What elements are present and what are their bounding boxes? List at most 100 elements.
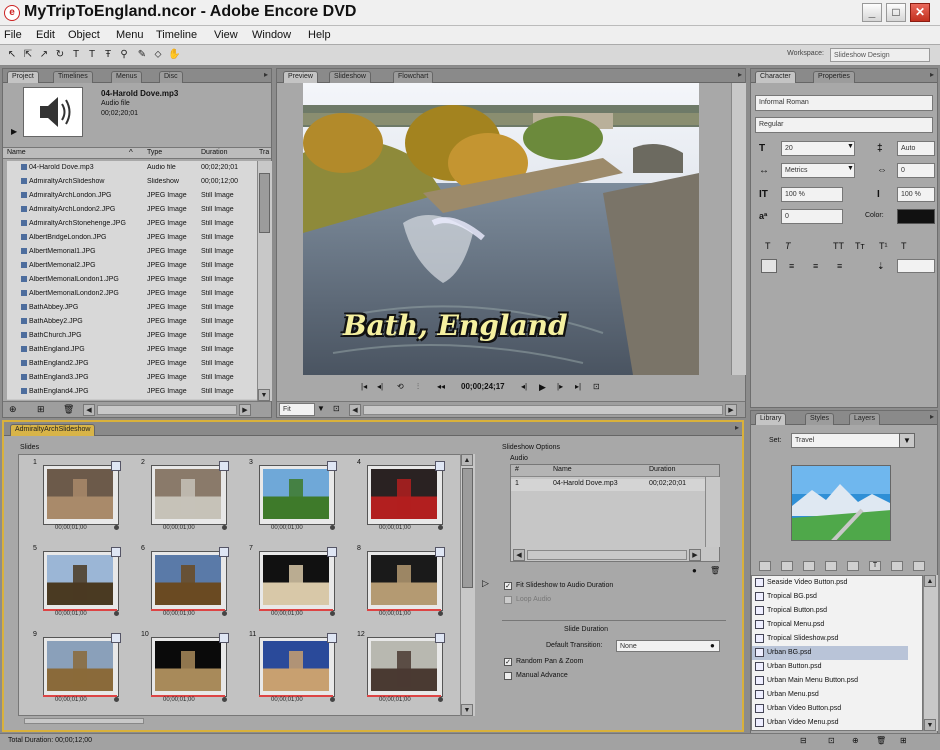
library-item[interactable]: Urban Main Menu Button.psd: [752, 674, 908, 688]
timecode-display[interactable]: 00;00;24;17: [461, 382, 505, 391]
fit-audio-checkbox[interactable]: ✓: [504, 582, 512, 590]
goto-start-icon[interactable]: |◂: [361, 382, 367, 391]
lib-filter-1-icon[interactable]: [759, 561, 771, 571]
slide-transition-icon[interactable]: [219, 461, 229, 471]
trash-icon[interactable]: 🗑: [63, 404, 74, 415]
slides-scrollbar[interactable]: ▲ ▼: [460, 454, 475, 716]
tab-disc[interactable]: Disc: [159, 71, 183, 83]
project-row[interactable]: BathAbbey.JPG JPEG Image Still Image: [7, 301, 259, 316]
menu-help[interactable]: Help: [308, 29, 331, 41]
slide-thumbnail[interactable]: 5 00;00;01;00: [33, 545, 121, 621]
horizontal-scale-field[interactable]: 100 %: [897, 187, 935, 202]
library-item[interactable]: Urban Button.psd: [752, 660, 908, 674]
set-dropdown-icon[interactable]: ▼: [899, 433, 915, 448]
library-item[interactable]: Tropical Slideshow.psd: [752, 632, 908, 646]
slide-transition-icon[interactable]: [219, 633, 229, 643]
project-row[interactable]: AdmiraltyArchLondon2.JPG JPEG Image Still …: [7, 203, 259, 218]
slide-marker-icon[interactable]: [114, 525, 119, 530]
loop-icon[interactable]: ⟲: [397, 382, 404, 391]
kerning-dropdown-icon[interactable]: ▼: [847, 165, 854, 172]
library-item[interactable]: Urban Video Button.psd: [752, 702, 908, 716]
underline-icon[interactable]: T: [901, 241, 907, 251]
panel-menu-icon[interactable]: ▸: [930, 412, 934, 421]
anti-alias-field[interactable]: [897, 259, 935, 273]
workspace-select[interactable]: Slideshow Design: [830, 48, 930, 62]
col-duration[interactable]: Duration: [201, 149, 227, 156]
lib-filter-5-icon[interactable]: [847, 561, 859, 571]
library-item[interactable]: Tropical BG.psd: [752, 590, 908, 604]
safe-area-icon[interactable]: ⊡: [333, 404, 340, 413]
project-row[interactable]: BathEngland.JPG JPEG Image Still Image: [7, 343, 259, 358]
scroll-thumb[interactable]: [259, 173, 270, 233]
scroll-down-icon[interactable]: ▼: [258, 389, 270, 401]
slide-transition-icon[interactable]: [435, 461, 445, 471]
align-left-icon[interactable]: [761, 259, 777, 273]
slide-marker-icon[interactable]: [114, 611, 119, 616]
small-caps-icon[interactable]: Tт: [855, 241, 865, 251]
menu-object[interactable]: Object: [68, 29, 100, 41]
lib-filter-8-icon[interactable]: [913, 561, 925, 571]
library-item[interactable]: Tropical Button.psd: [752, 604, 908, 618]
menu-menu[interactable]: Menu: [116, 29, 144, 41]
project-row[interactable]: BathEngland2.JPG JPEG Image Still Image: [7, 357, 259, 372]
slide-thumbnail[interactable]: 1 00;00;01;00: [33, 459, 121, 535]
panel-menu-icon[interactable]: ▸: [930, 70, 934, 79]
place-icon[interactable]: ⊟: [800, 736, 807, 745]
project-row[interactable]: BathEngland4.JPG JPEG Image Still Image: [7, 385, 259, 400]
vertical-text-icon[interactable]: ⇣: [877, 261, 885, 272]
tab-styles[interactable]: Styles: [805, 413, 835, 425]
project-row[interactable]: AlbertMemorialLondon1.JPG JPEG Image Still…: [7, 273, 259, 288]
tab-preview[interactable]: Preview: [283, 71, 318, 83]
slide-marker-icon[interactable]: [330, 697, 335, 702]
panel-menu-icon[interactable]: ▸: [264, 70, 268, 79]
slide-marker-icon[interactable]: [330, 525, 335, 530]
slide-transition-icon[interactable]: [327, 547, 337, 557]
superscript-icon[interactable]: T¹: [879, 241, 888, 251]
mark-icon[interactable]: ⫶: [417, 382, 419, 392]
slide-thumbnail[interactable]: 10 00;00;01;00: [141, 631, 229, 707]
tab-menus[interactable]: Menus: [111, 71, 143, 83]
tab-character[interactable]: Character: [755, 71, 796, 83]
font-size-field[interactable]: 20: [781, 141, 855, 156]
audio-scroll-left-icon[interactable]: ◀: [513, 549, 525, 561]
audio-delete-icon[interactable]: 🗑: [710, 566, 720, 575]
panel-menu-icon[interactable]: ▸: [738, 70, 742, 79]
scrub-icon[interactable]: ⊡: [593, 382, 600, 391]
slide-transition-icon[interactable]: [435, 633, 445, 643]
slide-thumbnail[interactable]: 4 00;00;01;00: [357, 459, 445, 535]
audio-hscrollbar[interactable]: [527, 550, 687, 560]
direct-select-tool-icon[interactable]: ⇱: [22, 48, 34, 61]
library-item[interactable]: Seaside Video Button.psd: [752, 576, 908, 590]
type-tool-icon[interactable]: Ŧ: [102, 48, 114, 61]
audio-add-icon[interactable]: ●: [692, 566, 697, 575]
project-scrollbar[interactable]: ▼: [257, 161, 272, 401]
selection-tool-icon[interactable]: ↖: [6, 48, 18, 61]
panel-menu-icon[interactable]: ▸: [735, 423, 739, 432]
slide-transition-icon[interactable]: [327, 633, 337, 643]
caption-text[interactable]: Bath, England: [343, 309, 568, 342]
project-row[interactable]: BathEngland3.JPG JPEG Image Still Image: [7, 371, 259, 386]
project-row[interactable]: AlbertBridgeLondon.JPG JPEG Image Still Im…: [7, 231, 259, 246]
slide-marker-icon[interactable]: [222, 525, 227, 530]
vertical-scale-field[interactable]: 100 %: [781, 187, 843, 202]
menu-file[interactable]: File: [4, 29, 22, 41]
new-item-icon[interactable]: ⊕: [852, 736, 859, 745]
slide-thumbnail[interactable]: 3 00;00;01;00: [249, 459, 337, 535]
goto-end-icon[interactable]: ▸|: [575, 382, 581, 391]
tab-slideshow[interactable]: Slideshow: [329, 71, 371, 83]
slide-transition-icon[interactable]: [327, 461, 337, 471]
tracking-field[interactable]: 0: [897, 163, 935, 178]
slide-marker-icon[interactable]: [114, 697, 119, 702]
hand-tool-icon[interactable]: ✋: [168, 48, 180, 61]
transition-dropdown-icon[interactable]: ●: [710, 641, 715, 650]
project-row[interactable]: BathChurch.JPG JPEG Image Still Image: [7, 329, 259, 344]
slide-marker-icon[interactable]: [222, 611, 227, 616]
scroll-up-icon[interactable]: ▲: [461, 454, 473, 466]
minimize-button[interactable]: _: [862, 3, 882, 22]
slide-marker-icon[interactable]: [438, 697, 443, 702]
slide-transition-icon[interactable]: [435, 547, 445, 557]
close-button[interactable]: ✕: [910, 3, 930, 22]
scroll-left-icon[interactable]: ◀: [349, 404, 361, 416]
project-row[interactable]: BathAbbey2.JPG JPEG Image Still Image: [7, 315, 259, 330]
scroll-right-icon[interactable]: ▶: [725, 404, 737, 416]
